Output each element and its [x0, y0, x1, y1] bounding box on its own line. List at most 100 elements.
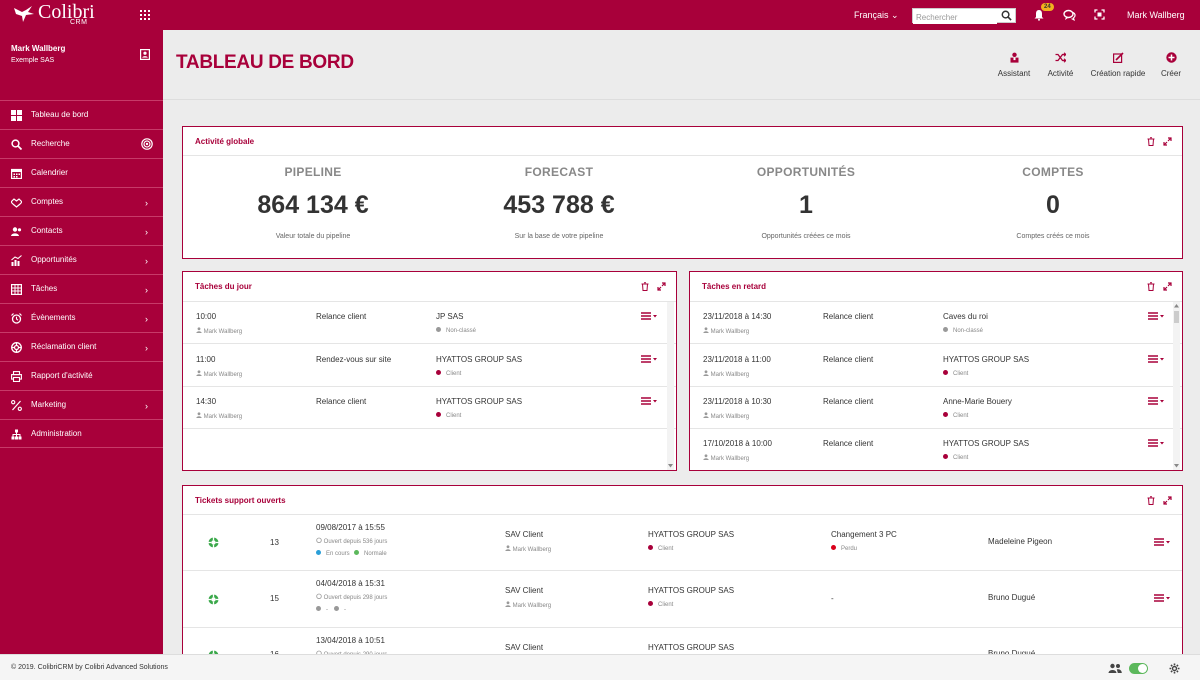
stat-title: PIPELINE	[284, 165, 342, 179]
expand-icon[interactable]	[657, 282, 666, 291]
ticket-open-since: Ouvert depuis 298 jours	[316, 593, 387, 601]
trash-icon[interactable]	[1147, 137, 1155, 146]
stat-opportunities: OPPORTUNITÉS 1 Opportunités créées ce mo…	[683, 165, 929, 240]
create-button[interactable]: Créer	[1158, 52, 1184, 78]
apps-grid-icon[interactable]	[140, 10, 150, 20]
task-company-status: Client	[436, 412, 461, 419]
scrollbar[interactable]	[667, 302, 674, 470]
expand-icon[interactable]	[1163, 496, 1172, 505]
task-company[interactable]: Caves du roi	[943, 312, 988, 321]
expand-icon[interactable]	[1163, 282, 1172, 291]
search-icon[interactable]	[1001, 10, 1012, 21]
scroll-up-icon[interactable]	[1174, 304, 1179, 308]
trash-icon[interactable]	[1147, 282, 1155, 291]
ticket-owner: Mark Wallberg	[505, 601, 551, 609]
ticket-company[interactable]: HYATTOS GROUP SAS	[648, 643, 734, 652]
users-icon[interactable]	[1108, 663, 1122, 673]
row-menu-icon[interactable]	[1148, 355, 1164, 363]
ticket-subject[interactable]: -	[831, 594, 834, 603]
row-menu-icon[interactable]	[1148, 312, 1164, 320]
sidebar-item-label: Tableau de bord	[31, 110, 89, 119]
task-owner-name: Mark Wallberg	[203, 414, 243, 420]
task-company[interactable]: Anne-Marie Bouery	[943, 397, 1012, 406]
sidebar-item-label: Administration	[31, 429, 82, 438]
header-divider	[163, 99, 1200, 100]
ticket-row[interactable]: 15 04/04/2018 à 15:31 Ouvert depuis 298 …	[183, 572, 1182, 628]
scan-icon[interactable]	[1094, 9, 1105, 20]
availability-toggle[interactable]	[1129, 663, 1148, 674]
status-dot	[831, 545, 836, 550]
chevron-right-icon: ›	[145, 256, 148, 266]
contact-card-icon[interactable]	[140, 49, 150, 60]
panel-tools	[641, 282, 666, 291]
hummingbird-logo-icon	[14, 6, 34, 22]
scrollbar[interactable]	[1173, 302, 1180, 470]
trash-icon[interactable]	[641, 282, 649, 291]
ticket-company[interactable]: HYATTOS GROUP SAS	[648, 530, 734, 539]
assistant-button[interactable]: Assistant	[992, 52, 1036, 78]
sidebar-item-claims[interactable]: Réclamation client ›	[0, 332, 163, 361]
language-selector[interactable]: Français ⌄	[854, 10, 899, 21]
row-menu-icon[interactable]	[641, 397, 657, 405]
sidebar-item-events[interactable]: Évènements ›	[0, 303, 163, 332]
late-task-row[interactable]: 17/10/2018 à 10:00 Mark Wallberg Relance…	[690, 429, 1182, 470]
task-owner-name: Mark Wallberg	[710, 414, 750, 420]
task-company-status-label: Client	[953, 371, 969, 377]
late-task-row[interactable]: 23/11/2018 à 10:30 Mark Wallberg Relance…	[690, 387, 1182, 429]
row-menu-icon[interactable]	[641, 312, 657, 320]
sidebar-item-contacts[interactable]: Contacts ›	[0, 216, 163, 245]
ticket-subject[interactable]: Changement 3 PC	[831, 530, 897, 539]
search-icon	[11, 139, 22, 150]
ticket-company-status-label: Client	[658, 546, 674, 552]
sidebar-user-name[interactable]: Mark Wallberg	[11, 44, 65, 53]
sidebar-item-tasks[interactable]: Tâches ›	[0, 274, 163, 303]
panel-title: Tâches en retard	[702, 282, 767, 291]
sidebar-item-search[interactable]: Recherche	[0, 129, 163, 158]
task-row[interactable]: 11:00 Mark Wallberg Rendez-vous sur site…	[183, 345, 676, 387]
marketing-icon	[11, 400, 22, 411]
row-menu-icon[interactable]	[1148, 397, 1164, 405]
task-company[interactable]: HYATTOS GROUP SAS	[436, 397, 522, 406]
task-company[interactable]: JP SAS	[436, 312, 463, 321]
sidebar-item-marketing[interactable]: Marketing ›	[0, 390, 163, 419]
task-company[interactable]: HYATTOS GROUP SAS	[943, 439, 1029, 448]
lifebuoy-icon	[208, 537, 219, 548]
expand-icon[interactable]	[1163, 137, 1172, 146]
current-user-menu[interactable]: Mark Wallberg	[1127, 10, 1185, 20]
row-menu-icon[interactable]	[1154, 538, 1170, 546]
task-company[interactable]: HYATTOS GROUP SAS	[943, 355, 1029, 364]
scroll-down-icon[interactable]	[1174, 464, 1179, 468]
target-icon[interactable]	[141, 138, 153, 150]
activity-button[interactable]: Activité	[1043, 52, 1078, 78]
quick-create-button[interactable]: Création rapide	[1088, 52, 1148, 78]
ticket-company[interactable]: HYATTOS GROUP SAS	[648, 586, 734, 595]
gear-icon[interactable]	[1169, 663, 1180, 674]
task-company[interactable]: HYATTOS GROUP SAS	[436, 355, 522, 364]
task-row[interactable]: 10:00 Mark Wallberg Relance client JP SA…	[183, 302, 676, 344]
ticket-row[interactable]: 13 09/08/2017 à 15:55 Ouvert depuis 536 …	[183, 515, 1182, 571]
sidebar-item-dashboard[interactable]: Tableau de bord	[0, 100, 163, 129]
task-row[interactable]: 14:30 Mark Wallberg Relance client HYATT…	[183, 387, 676, 429]
row-menu-icon[interactable]	[1154, 594, 1170, 602]
stat-title: FORECAST	[524, 165, 594, 179]
row-menu-icon[interactable]	[641, 355, 657, 363]
task-type: Relance client	[823, 397, 874, 406]
chat-icon[interactable]	[1063, 9, 1076, 21]
task-company-status: Client	[943, 370, 968, 377]
sidebar-item-calendar[interactable]: Calendrier	[0, 158, 163, 187]
trash-icon[interactable]	[1147, 496, 1155, 505]
late-task-row[interactable]: 23/11/2018 à 14:30 Mark Wallberg Relance…	[690, 302, 1182, 344]
row-menu-icon[interactable]	[1148, 439, 1164, 447]
dashboard-icon	[11, 110, 22, 121]
org-icon	[11, 429, 22, 440]
sidebar-item-accounts[interactable]: Comptes ›	[0, 187, 163, 216]
sidebar-item-administration[interactable]: Administration	[0, 419, 163, 448]
late-task-row[interactable]: 23/11/2018 à 11:00 Mark Wallberg Relance…	[690, 345, 1182, 387]
sidebar-item-activity-report[interactable]: Rapport d'activité	[0, 361, 163, 390]
search-input[interactable]	[913, 11, 997, 24]
status-dot	[943, 370, 948, 375]
scroll-thumb[interactable]	[1174, 311, 1179, 323]
scroll-down-icon[interactable]	[668, 464, 673, 468]
status-dot	[316, 606, 321, 611]
sidebar-item-opportunities[interactable]: Opportunités ›	[0, 245, 163, 274]
